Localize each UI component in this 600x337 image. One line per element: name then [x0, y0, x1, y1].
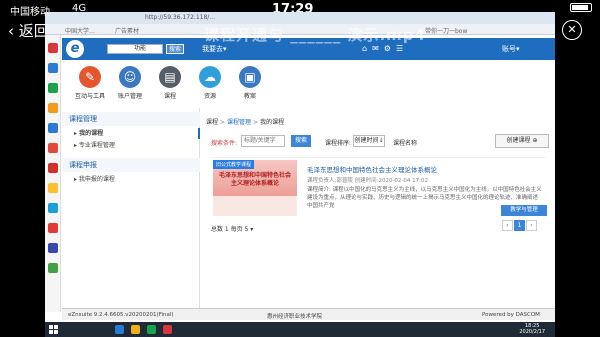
course-tag: 旧公式教学课程	[213, 160, 255, 169]
lesson-plan-icon: ▣	[239, 66, 261, 88]
app-icon[interactable]	[48, 43, 58, 53]
carrier-label: 中国移动	[10, 7, 50, 18]
page-button[interactable]: 1	[514, 220, 525, 231]
teach-manage-button[interactable]: 教学与管理	[501, 205, 547, 216]
version-text: eZnsuite 9.2.4.6605.v20200201(Final)	[68, 312, 174, 318]
tool-label: 教案	[243, 93, 256, 100]
want-go-menu[interactable]: 我要去▾	[202, 44, 227, 54]
pager-nav: ‹ 1 ›	[501, 220, 537, 231]
windows-start-icon[interactable]	[49, 325, 58, 334]
browser-address-bar[interactable]: http://59.36.172.118/...	[45, 12, 555, 24]
sort-by-time-button[interactable]: 创建时间↓	[353, 135, 385, 147]
sort-by-name-button[interactable]: 课程名称	[393, 138, 417, 147]
sidebar-item-major-courses[interactable]: ▸ 专业课程管理	[62, 140, 200, 151]
sidebar-item-label: 我申报的课程	[78, 176, 115, 183]
bookmark-1[interactable]: 中国大学…	[65, 26, 95, 35]
taskbar-app-icon[interactable]	[163, 325, 172, 334]
tools-icon: ✎	[79, 66, 101, 88]
app-icon[interactable]	[48, 243, 58, 253]
url-text[interactable]: http://59.36.172.118/...	[145, 14, 215, 21]
course-meta: 课程负责人:郭晋陵 创建时间:2020-02-04 17:02	[307, 178, 429, 184]
sidebar-section-title[interactable]: 课程申报	[62, 158, 200, 172]
browser-side-icons	[45, 35, 61, 312]
tool-resource[interactable]: ☁ 资源	[192, 66, 228, 100]
app-icon[interactable]	[48, 63, 58, 73]
status-right	[570, 3, 592, 12]
tool-account[interactable]: ☺ 账户管理	[112, 66, 148, 100]
app-icon[interactable]	[48, 83, 58, 93]
main-content: 课程>课程管理>我的课程 搜索条件: 搜索 课程排序: 创建时间↓ 课程名称 创…	[201, 108, 555, 308]
bookmark-3[interactable]: 带你一刀一bow	[425, 26, 467, 35]
search-row: 搜索条件: 搜索 课程排序: 创建时间↓ 课程名称 创建课程 ⊕	[211, 134, 555, 149]
close-button[interactable]: ✕	[562, 20, 582, 40]
create-course-button[interactable]: 创建课程 ⊕	[495, 134, 549, 148]
sidebar-item-label: 我的课程	[79, 130, 104, 137]
taskbar-app-icon[interactable]	[147, 325, 156, 334]
account-menu[interactable]: 账号▾	[502, 44, 520, 54]
powered-by: Powered by DASCOM	[482, 312, 540, 318]
app-icon[interactable]	[48, 263, 58, 273]
sort-label: 课程排序:	[325, 140, 352, 147]
taskbar-date: 2020/2/17	[519, 329, 545, 335]
search-button[interactable]: 搜索	[291, 135, 311, 147]
sidebar-item-my-courses[interactable]: ▸ 我的课程	[62, 128, 200, 139]
app-icon[interactable]	[48, 123, 58, 133]
sidebar-section-title[interactable]: 课程管理	[62, 112, 200, 126]
school-name: 惠州经济职业技术学院	[267, 314, 323, 320]
tool-lesson-plan[interactable]: ▣ 教案	[232, 66, 268, 100]
create-course-label: 创建课程	[506, 137, 531, 144]
next-page-button[interactable]: ›	[526, 220, 537, 231]
header-icon-group[interactable]: ⌂✉⚙☰	[362, 44, 408, 53]
sidebar-item-label: 专业课程管理	[78, 142, 115, 149]
taskbar-clock[interactable]: 18:25 2020/2/17	[519, 323, 545, 335]
main-toolbar: ✎ 互动与工具 ☺ 账户管理 ▤ 课程 ☁ 资源 ▣ 教案	[62, 60, 555, 108]
folder-icon[interactable]	[131, 325, 140, 334]
bookmark-2[interactable]: 广告素材	[115, 26, 139, 35]
app-icon[interactable]	[48, 203, 58, 213]
course-title-link[interactable]: 毛泽东思想和中国特色社会主义理论体系概论	[307, 164, 437, 174]
windows-taskbar: 18:25 2020/2/17	[45, 322, 555, 337]
app-icon[interactable]	[48, 163, 58, 173]
desktop-screen: http://59.36.172.118/... 中国大学… 广告素材 带你一刀…	[45, 12, 555, 337]
app-icon[interactable]	[48, 183, 58, 193]
course-icon: ▤	[159, 66, 181, 88]
tool-label: 互动与工具	[74, 93, 105, 100]
video-title-watermark: 课程开通与 ______ 演示.mp4	[204, 26, 426, 44]
header-search-button[interactable]: 搜索	[166, 44, 184, 54]
prev-page-button[interactable]: ‹	[502, 220, 513, 231]
breadcrumb-item[interactable]: 课程管理	[227, 119, 251, 126]
app-icon[interactable]	[48, 103, 58, 113]
tool-course[interactable]: ▤ 课程	[152, 66, 188, 100]
sidebar: 课程管理 ▸ 我的课程 ▸ 专业课程管理 课程申报 ▸ 我申报的课程	[62, 108, 200, 308]
thumbnail-title: 毛泽东思想和中国特色社会主义理论体系概论	[219, 172, 292, 187]
battery-icon	[570, 3, 592, 12]
cloud-icon: ☁	[199, 66, 221, 88]
footer: eZnsuite 9.2.4.6605.v20200201(Final) 惠州经…	[62, 308, 555, 320]
account-icon: ☺	[119, 66, 141, 88]
sidebar-item-my-applications[interactable]: ▸ 我申报的课程	[62, 174, 200, 185]
thumbnail-band	[213, 196, 297, 216]
search-label: 搜索条件:	[211, 140, 238, 147]
tool-label: 课程	[163, 93, 176, 100]
app-icon[interactable]	[48, 143, 58, 153]
breadcrumb-item: 我的课程	[260, 119, 285, 126]
function-select[interactable]: 功能	[107, 44, 163, 54]
tool-label: 账户管理	[117, 93, 142, 100]
breadcrumb: 课程 > 课程管理 > 我的课程	[206, 119, 285, 126]
back-button[interactable]: ‹ 返回	[8, 20, 49, 41]
pager-summary[interactable]: 总数 1 每页 5 ▾	[211, 224, 253, 233]
app-icon[interactable]	[48, 223, 58, 233]
tool-interact[interactable]: ✎ 互动与工具	[72, 66, 108, 100]
tool-label: 资源	[203, 93, 216, 100]
close-icon: ✕	[567, 23, 577, 36]
course-card: 旧公式教学课程 毛泽东思想和中国特色社会主义理论体系概论 毛泽东思想和中国特色社…	[211, 157, 547, 217]
course-thumbnail[interactable]: 旧公式教学课程 毛泽东思想和中国特色社会主义理论体系概论	[213, 160, 297, 216]
logo: e	[66, 40, 84, 58]
breadcrumb-item[interactable]: 课程	[206, 119, 218, 126]
search-input[interactable]	[241, 135, 285, 147]
taskbar-app-icon[interactable]	[115, 325, 124, 334]
